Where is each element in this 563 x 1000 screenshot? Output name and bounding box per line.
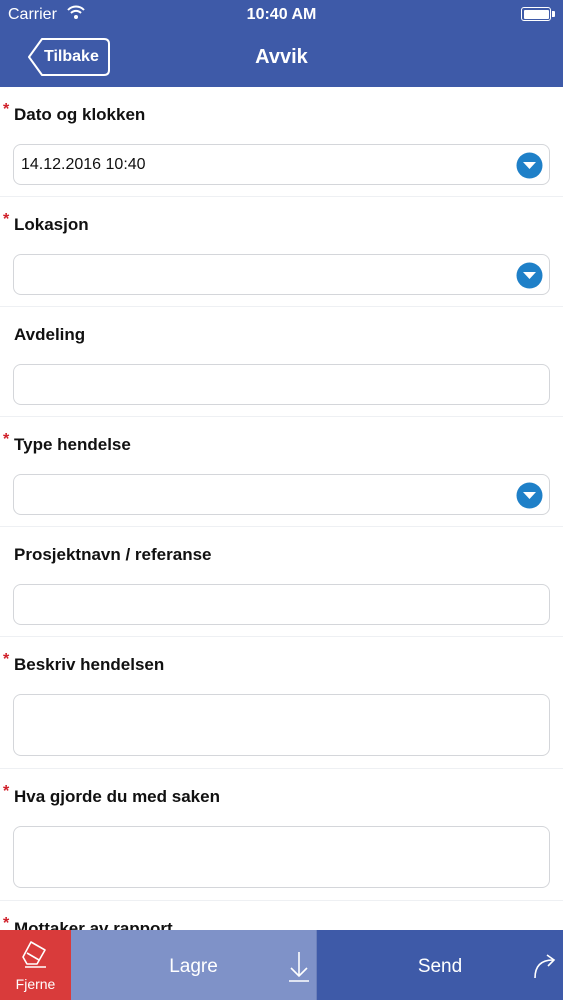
recipient-field: * Mottaker av rapport: [0, 901, 563, 930]
eraser-icon: [22, 941, 46, 968]
project-label: Prosjektnavn / referanse: [14, 545, 212, 564]
project-input[interactable]: [13, 584, 550, 625]
required-mark: *: [3, 431, 10, 448]
remove-button-label: Fjerne: [15, 976, 56, 992]
date-select[interactable]: 14.12.2016 10:40: [13, 144, 550, 185]
bottom-toolbar: Fjerne Lagre Send: [0, 930, 563, 1000]
chevron-down-icon: [516, 152, 543, 179]
remove-button[interactable]: Fjerne: [0, 930, 71, 1000]
battery-icon: [521, 7, 551, 21]
date-label: Dato og klokken: [14, 105, 146, 124]
date-value: 14.12.2016 10:40: [21, 156, 146, 173]
event-type-label: Type hendelse: [14, 435, 131, 454]
event-type-field: * Type hendelse: [0, 417, 563, 527]
department-label: Avdeling: [14, 325, 86, 344]
department-field: Avdeling: [0, 307, 563, 417]
describe-field: * Beskriv hendelsen: [0, 637, 563, 769]
action-textarea[interactable]: [13, 826, 550, 888]
required-mark: *: [3, 211, 10, 228]
save-button[interactable]: Lagre: [71, 930, 317, 1000]
download-arrow-icon: [289, 952, 309, 982]
forward-arrow-icon: [534, 954, 556, 979]
status-time: 10:40 AM: [246, 6, 317, 23]
send-button[interactable]: Send: [317, 930, 563, 1000]
event-type-select[interactable]: [13, 474, 550, 515]
location-label: Lokasjon: [14, 215, 89, 234]
department-input[interactable]: [13, 364, 550, 405]
action-label: Hva gjorde du med saken: [14, 787, 220, 806]
form: * Dato og klokken 14.12.2016 10:40 * Lok…: [0, 87, 563, 930]
recipient-label: Mottaker av rapport: [14, 919, 173, 930]
required-mark: *: [3, 783, 10, 800]
chevron-down-icon: [516, 262, 543, 289]
required-mark: *: [3, 915, 10, 930]
chevron-down-icon: [516, 482, 543, 509]
send-button-label: Send: [417, 956, 463, 977]
location-field: * Lokasjon: [0, 197, 563, 307]
page-title: Avvik: [255, 46, 308, 68]
location-select[interactable]: [13, 254, 550, 295]
describe-textarea[interactable]: [13, 694, 550, 756]
battery-tip: [552, 11, 555, 17]
project-field: Prosjektnavn / referanse: [0, 527, 563, 637]
save-button-label: Lagre: [169, 956, 218, 977]
status-bar: Carrier 10:40 AM: [0, 0, 563, 30]
top-bar: Carrier 10:40 AM Tilbake Avvik: [0, 0, 563, 87]
nav-bar: Tilbake Avvik: [0, 30, 563, 87]
required-mark: *: [3, 651, 10, 668]
required-mark: *: [3, 101, 10, 118]
describe-label: Beskriv hendelsen: [14, 655, 165, 674]
date-field: * Dato og klokken 14.12.2016 10:40: [0, 87, 563, 197]
action-field: * Hva gjorde du med saken: [0, 769, 563, 901]
